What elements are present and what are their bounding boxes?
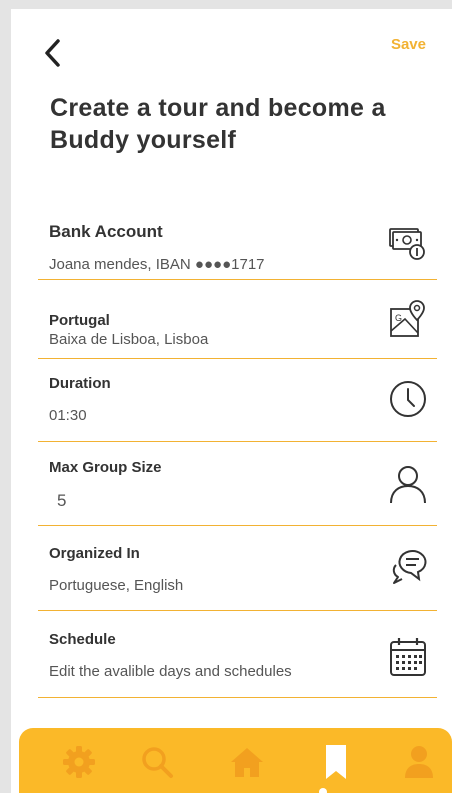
tab-bookmarks[interactable] bbox=[316, 742, 356, 782]
gear-icon bbox=[63, 746, 95, 778]
schedule-label: Schedule bbox=[49, 631, 116, 648]
user-icon bbox=[405, 746, 433, 778]
bank-account-row[interactable]: Bank Account Joana mendes, IBAN ●●●●1717 bbox=[38, 209, 437, 280]
duration-value: 01:30 bbox=[49, 407, 87, 424]
tab-profile[interactable] bbox=[399, 742, 439, 782]
tab-home[interactable] bbox=[227, 742, 267, 782]
group-size-value: 5 bbox=[57, 491, 67, 510]
calendar-icon bbox=[390, 638, 426, 676]
schedule-value: Edit the avalible days and schedules bbox=[49, 663, 292, 680]
svg-text:G: G bbox=[395, 313, 402, 323]
location-row[interactable]: Portugal Baixa de Lisboa, Lisboa G bbox=[38, 279, 437, 359]
money-icon bbox=[389, 228, 425, 260]
duration-row[interactable]: Duration 01:30 bbox=[38, 358, 437, 442]
tab-settings[interactable] bbox=[59, 742, 99, 782]
search-icon bbox=[142, 747, 173, 778]
save-button[interactable]: Save bbox=[391, 36, 426, 53]
map-pin-icon: G bbox=[390, 300, 425, 337]
languages-value: Portuguese, English bbox=[49, 577, 184, 594]
languages-label: Organized In bbox=[49, 545, 140, 562]
person-icon bbox=[390, 466, 426, 504]
languages-row[interactable]: Organized In Portuguese, English bbox=[38, 525, 437, 611]
duration-label: Duration bbox=[49, 375, 111, 392]
group-size-row[interactable]: Max Group Size 5 bbox=[38, 441, 437, 526]
chevron-left-icon bbox=[45, 39, 60, 67]
bookmark-icon bbox=[326, 745, 346, 779]
bank-account-label: Bank Account bbox=[49, 222, 163, 241]
bottom-tab-bar bbox=[19, 728, 452, 793]
clock-icon bbox=[390, 381, 426, 417]
location-label: Portugal bbox=[49, 312, 110, 329]
group-size-label: Max Group Size bbox=[49, 459, 162, 476]
schedule-row[interactable]: Schedule Edit the avalible days and sche… bbox=[38, 610, 437, 698]
home-icon bbox=[231, 748, 263, 777]
chat-icon bbox=[392, 550, 427, 584]
bank-account-value: Joana mendes, IBAN ●●●●1717 bbox=[49, 256, 265, 273]
location-value: Baixa de Lisboa, Lisboa bbox=[49, 331, 209, 348]
tab-search[interactable] bbox=[137, 742, 177, 782]
active-tab-indicator bbox=[319, 788, 327, 793]
page-title: Create a tour and become a Buddy yoursel… bbox=[50, 94, 386, 154]
back-button[interactable] bbox=[41, 37, 67, 69]
app-screen: Save Create a tour and become a Buddy yo… bbox=[11, 9, 452, 793]
